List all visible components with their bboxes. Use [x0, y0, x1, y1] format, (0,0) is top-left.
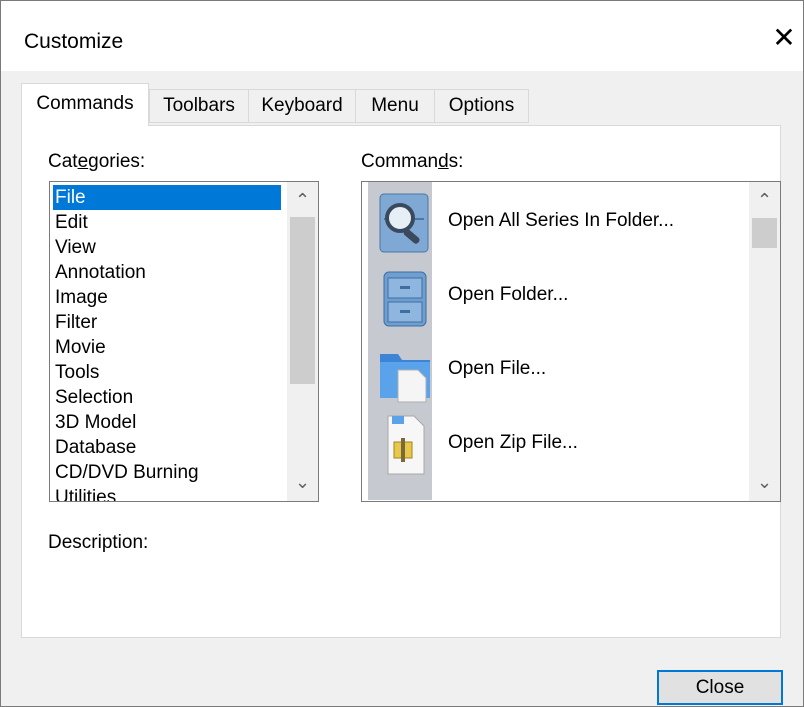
command-label: Open File... [448, 358, 547, 379]
tab-keyboard-label: Keyboard [261, 95, 343, 116]
commands-scroll-up-icon[interactable]: ⌃ [749, 186, 780, 214]
window-close-icon[interactable]: ✕ [771, 24, 797, 52]
tab-toolbars-label: Toolbars [163, 95, 235, 116]
category-item-selection[interactable]: Selection [53, 385, 133, 410]
tab-options[interactable]: Options [434, 89, 529, 123]
open-file-icon [380, 354, 430, 403]
commands-listbox[interactable]: Open All Series In Folder... Open Folder… [361, 181, 781, 502]
commands-label: Commands: [361, 151, 464, 172]
categories-scroll-down-icon[interactable]: ⌄ [287, 468, 318, 496]
title-bar: Customize ✕ [1, 1, 803, 71]
commands-scroll-down-icon[interactable]: ⌄ [749, 468, 780, 496]
categories-scrollbar[interactable]: ⌃ ⌄ [287, 182, 318, 501]
window-title: Customize [24, 30, 124, 53]
command-label: Open All Series In Folder... [448, 210, 675, 231]
tab-commands[interactable]: Commands [21, 83, 149, 126]
command-item-open-zip[interactable]: Open Zip File... [368, 410, 738, 480]
commands-scrollbar[interactable]: ⌃ ⌄ [749, 182, 780, 501]
category-item-file[interactable]: File [53, 185, 281, 210]
command-label: Open Zip File... [448, 432, 578, 453]
categories-listbox[interactable]: File Edit View Annotation Image Filter M… [49, 181, 319, 502]
tab-commands-label: Commands [36, 93, 134, 114]
folder-search-icon [379, 193, 429, 253]
category-item-annotation[interactable]: Annotation [53, 260, 146, 285]
command-item-open-folder[interactable]: Open Folder... [368, 262, 738, 332]
command-item-open-all-series[interactable]: Open All Series In Folder... [368, 188, 738, 258]
categories-label: Categories: [48, 151, 146, 172]
category-item-3d-model[interactable]: 3D Model [53, 410, 136, 435]
category-item-edit[interactable]: Edit [53, 210, 88, 235]
category-item-database[interactable]: Database [53, 435, 136, 460]
category-item-tools[interactable]: Tools [53, 360, 99, 385]
category-item-utilities[interactable]: Utilities [53, 485, 116, 501]
tab-menu-label: Menu [371, 95, 419, 116]
commands-scroll-thumb[interactable] [752, 218, 777, 248]
description-label: Description: [48, 532, 149, 553]
category-item-cd-dvd-burning[interactable]: CD/DVD Burning [53, 460, 199, 485]
categories-scroll-thumb[interactable] [290, 217, 315, 384]
category-item-image[interactable]: Image [53, 285, 108, 310]
folder-cabinet-icon [383, 271, 427, 327]
category-item-filter[interactable]: Filter [53, 310, 97, 335]
category-item-view[interactable]: View [53, 235, 96, 260]
categories-scroll-up-icon[interactable]: ⌃ [287, 186, 318, 214]
category-item-movie[interactable]: Movie [53, 335, 106, 360]
tab-toolbars[interactable]: Toolbars [149, 89, 249, 123]
tab-keyboard[interactable]: Keyboard [248, 89, 356, 123]
tab-options-label: Options [448, 95, 515, 116]
tab-menu[interactable]: Menu [355, 89, 435, 123]
customize-dialog: Customize ✕ Commands Toolbars Keyboard M… [0, 0, 804, 707]
command-label: Open Folder... [448, 284, 569, 305]
zip-file-icon [387, 415, 425, 475]
command-item-open-file[interactable]: Open File... [368, 336, 738, 406]
close-button[interactable]: Close [657, 670, 783, 705]
